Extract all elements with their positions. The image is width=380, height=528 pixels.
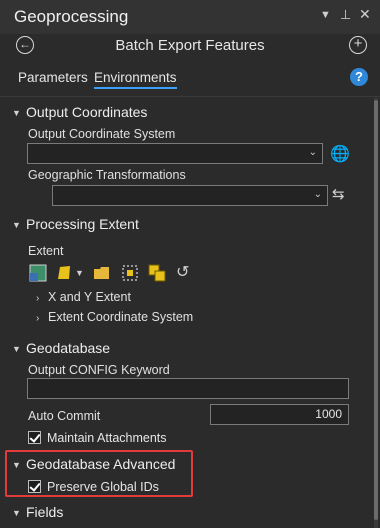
section-title: Output Coordinates — [26, 104, 148, 120]
tool-title: Batch Export Features — [115, 37, 265, 54]
tool-header: Batch Export Features ← + — [0, 34, 380, 60]
tab-strip: Parameters Environments ? — [0, 68, 380, 92]
caret-down-icon: ▼ — [12, 108, 21, 119]
output-config-keyword-label: Output CONFIG Keyword — [28, 363, 170, 377]
tree-item-xy-extent[interactable]: › X and Y Extent — [36, 290, 131, 304]
caret-down-icon: ▼ — [12, 508, 21, 519]
maintain-attachments-label: Maintain Attachments — [47, 431, 167, 445]
geographic-transformations-label: Geographic Transformations — [28, 168, 186, 182]
chevron-down-icon: ⌄ — [313, 189, 322, 200]
preserve-global-ids-row[interactable]: Preserve Global IDs — [28, 480, 159, 494]
maintain-attachments-checkbox[interactable] — [28, 431, 41, 445]
select-extent-icon[interactable] — [121, 264, 141, 284]
tree-item-extent-coordinate-system[interactable]: › Extent Coordinate System — [36, 310, 193, 324]
geographic-transformations-select[interactable]: ⌄ — [52, 185, 328, 206]
reset-icon[interactable]: ↺ — [176, 264, 196, 284]
output-coordinate-system-label: Output Coordinate System — [28, 127, 176, 141]
caret-down-icon: ▼ — [12, 220, 21, 231]
auto-commit-value: 1000 — [315, 407, 342, 421]
geoprocessing-pane: Geoprocessing ▼ ⊥ ✕ Batch Export Feature… — [0, 0, 380, 528]
swap-arrows-icon[interactable]: ⇆ — [332, 185, 345, 203]
globe-icon[interactable]: 🌐 — [330, 144, 350, 164]
folder-icon[interactable] — [93, 264, 113, 284]
plus-icon[interactable]: + — [349, 36, 367, 54]
section-title: Fields — [26, 504, 64, 520]
chevron-down-icon[interactable]: ▼ — [320, 9, 331, 21]
section-title: Geodatabase — [26, 340, 111, 356]
caret-down-icon: ▼ — [12, 344, 21, 355]
section-geodatabase[interactable]: ▼ Geodatabase — [12, 340, 110, 356]
extent-label: Extent — [28, 244, 64, 258]
preserve-global-ids-label: Preserve Global IDs — [47, 480, 159, 494]
chevron-down-icon: ⌄ — [308, 147, 317, 158]
tree-item-label: Extent Coordinate System — [48, 310, 194, 324]
pane-titlebar: Geoprocessing ▼ ⊥ ✕ — [0, 0, 380, 34]
polygon-extent-icon[interactable] — [55, 264, 75, 284]
auto-commit-label: Auto Commit — [28, 409, 101, 423]
auto-commit-input[interactable]: 1000 — [210, 404, 349, 425]
output-coordinate-system-select[interactable]: ⌄ — [27, 143, 323, 164]
section-title: Geodatabase Advanced — [26, 456, 176, 472]
maintain-attachments-row[interactable]: Maintain Attachments — [28, 431, 167, 445]
divider — [0, 96, 380, 97]
tab-environments[interactable]: Environments — [94, 70, 177, 89]
close-icon[interactable]: ✕ — [359, 6, 371, 23]
pin-icon[interactable]: ⊥ — [340, 7, 351, 23]
tab-parameters[interactable]: Parameters — [18, 70, 88, 85]
help-icon[interactable]: ? — [350, 68, 368, 86]
chevron-down-icon[interactable]: ▼ — [75, 268, 84, 278]
section-title: Processing Extent — [26, 216, 139, 232]
section-geodatabase-advanced[interactable]: ▼ Geodatabase Advanced — [12, 456, 175, 472]
preserve-global-ids-checkbox[interactable] — [28, 480, 41, 494]
section-processing-extent[interactable]: ▼ Processing Extent — [12, 216, 139, 232]
caret-down-icon: ▼ — [12, 460, 21, 471]
section-output-coordinates[interactable]: ▼ Output Coordinates — [12, 104, 147, 120]
chevron-right-icon: › — [36, 313, 40, 324]
tree-item-label: X and Y Extent — [48, 290, 131, 304]
section-fields[interactable]: ▼ Fields — [12, 504, 63, 520]
scrollbar-thumb[interactable] — [374, 100, 378, 520]
layer-extent-icon[interactable] — [29, 264, 49, 284]
output-config-keyword-input[interactable] — [27, 378, 349, 399]
chevron-right-icon: › — [36, 293, 40, 304]
union-extent-icon[interactable] — [148, 264, 168, 284]
pane-title: Geoprocessing — [14, 7, 129, 26]
back-arrow-icon[interactable]: ← — [16, 36, 34, 54]
